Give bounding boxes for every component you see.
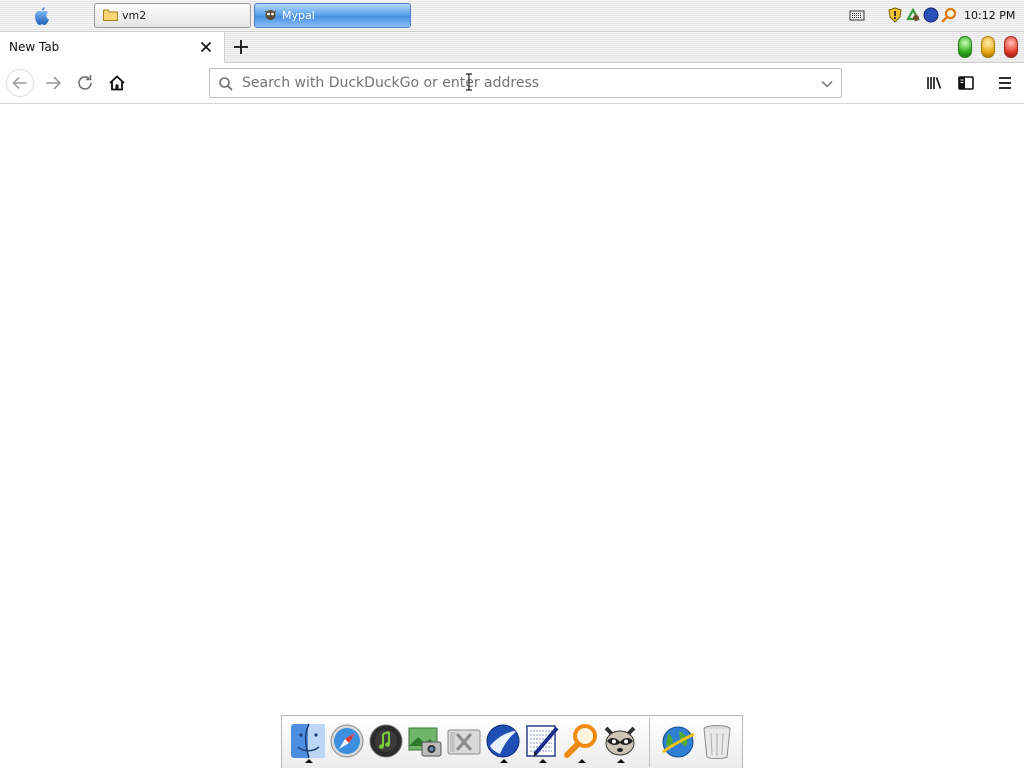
raccoon-icon	[604, 726, 636, 756]
url-bar[interactable]	[209, 68, 842, 98]
mypal-browser-icon	[486, 724, 520, 758]
keyboard-icon[interactable]	[849, 7, 865, 23]
navigation-toolbar	[0, 63, 1024, 104]
dock-item-raccoon[interactable]	[601, 722, 639, 763]
dock-separator	[649, 718, 650, 767]
taskbar-label: Mypal	[282, 9, 315, 22]
running-indicator	[539, 759, 547, 763]
network-globe-icon	[662, 726, 695, 758]
dock-item-editor[interactable]	[523, 722, 561, 763]
text-cursor-icon	[466, 73, 472, 91]
dock-item-tools[interactable]	[445, 722, 483, 762]
trash-icon	[703, 725, 731, 759]
compass-icon[interactable]	[923, 7, 939, 23]
tab-strip: New Tab	[0, 32, 1024, 63]
running-indicator	[500, 759, 508, 763]
text-editor-icon	[526, 725, 559, 757]
tab-title: New Tab	[9, 40, 60, 54]
clock[interactable]: 10:12 PM	[964, 9, 1015, 22]
dock-item-safari[interactable]	[328, 722, 366, 762]
tab-new-tab[interactable]: New Tab	[0, 32, 225, 63]
magnifier-search-icon	[564, 724, 597, 758]
menu-icon[interactable]	[991, 69, 1019, 97]
recycle-icon[interactable]	[905, 7, 921, 23]
back-icon[interactable]	[6, 69, 34, 97]
page-content-area[interactable]	[0, 105, 1024, 715]
running-indicator	[617, 759, 625, 763]
search-icon	[219, 77, 233, 91]
taskbar-button-mypal[interactable]: Mypal	[254, 3, 411, 28]
apple-logo-icon[interactable]	[33, 6, 51, 26]
sidebar-icon[interactable]	[952, 69, 980, 97]
running-indicator	[305, 759, 313, 763]
taskbar-button-vm2[interactable]: vm2	[94, 3, 251, 28]
itunes-icon	[369, 724, 403, 758]
reload-icon[interactable]	[71, 69, 99, 97]
mypal-icon	[264, 10, 277, 20]
dock-item-photos[interactable]	[406, 722, 444, 762]
chevron-down-icon[interactable]	[819, 76, 835, 92]
window-close-button[interactable]	[1004, 36, 1018, 58]
new-tab-plus-icon[interactable]	[231, 37, 251, 57]
window-maximize-button[interactable]	[958, 36, 972, 58]
shield-icon[interactable]	[887, 7, 903, 23]
dock-item-trash[interactable]	[698, 722, 736, 762]
search-icon[interactable]	[941, 7, 957, 23]
finder-icon	[291, 723, 325, 759]
url-input[interactable]	[242, 73, 802, 93]
system-panel: vm2 Mypal 10:12 PM	[0, 0, 1024, 32]
running-indicator	[578, 759, 586, 763]
safari-compass-icon	[330, 724, 364, 758]
photo-camera-icon	[408, 727, 442, 757]
dock	[281, 715, 743, 768]
dock-item-mypal[interactable]	[484, 722, 522, 763]
window-minimize-button[interactable]	[981, 36, 995, 58]
dock-item-itunes[interactable]	[367, 722, 405, 762]
dock-item-finder[interactable]	[289, 722, 327, 763]
home-icon[interactable]	[103, 69, 131, 97]
forward-icon[interactable]	[39, 69, 67, 97]
dock-item-network[interactable]	[659, 722, 697, 762]
system-tools-icon	[447, 729, 481, 755]
library-icon[interactable]	[920, 69, 948, 97]
taskbar-label: vm2	[122, 9, 147, 22]
folder-icon	[103, 9, 118, 21]
close-icon[interactable]	[199, 40, 213, 54]
dock-item-search[interactable]	[562, 722, 600, 763]
